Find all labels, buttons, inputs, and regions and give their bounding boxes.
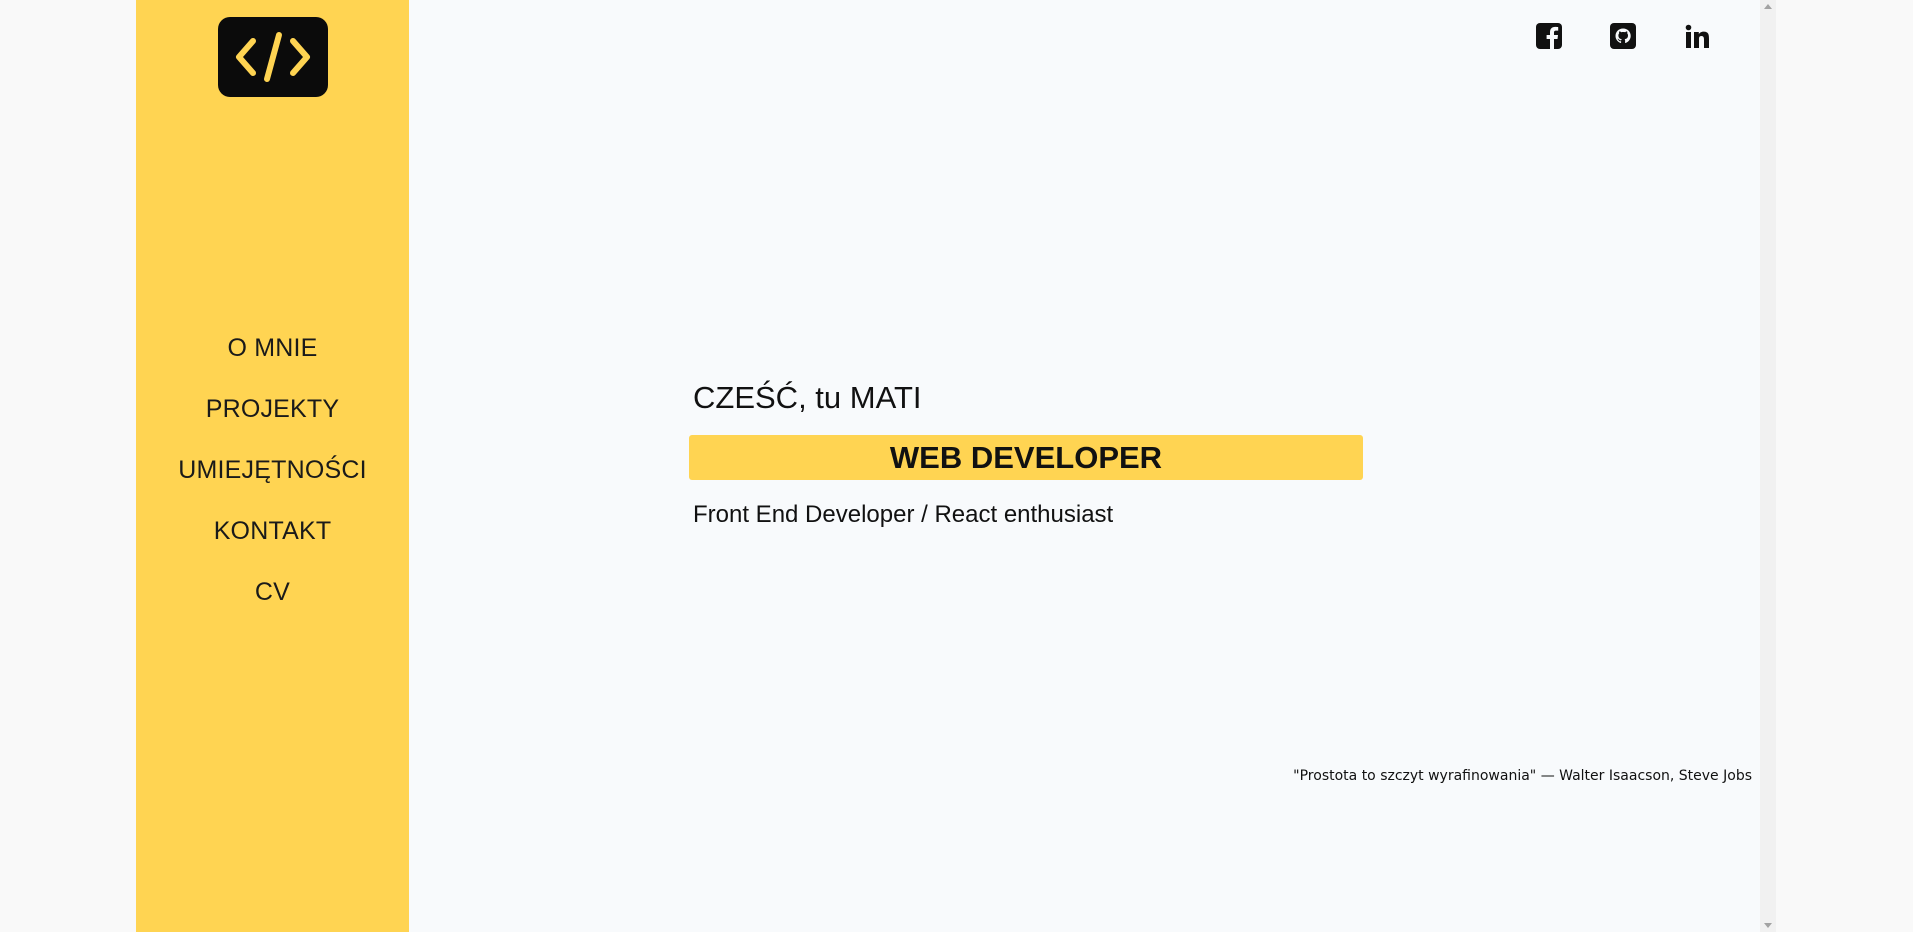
hero: CZEŚĆ, tu MATI WEB DEVELOPER Front End D… (689, 380, 1389, 529)
subtitle: Front End Developer / React enthusiast (693, 501, 1114, 528)
sidebar-item-projekty: PROJEKTY (136, 379, 409, 440)
nav-link-kontakt[interactable]: KONTAKT (214, 517, 332, 546)
sidebar-item-cv: CV (136, 562, 409, 623)
role-banner: WEB DEVELOPER (689, 435, 1363, 480)
facebook-icon (1536, 23, 1562, 49)
github-icon (1610, 23, 1636, 49)
github-link[interactable] (1609, 22, 1637, 50)
social-links (1535, 22, 1711, 50)
linkedin-icon (1685, 24, 1709, 48)
scroll-down-arrow-icon[interactable] (1764, 923, 1772, 928)
logo[interactable] (218, 17, 328, 97)
sidebar-nav: O MNIE PROJEKTY UMIEJĘTNOŚCI KONTAKT CV (136, 318, 409, 623)
nav-link-cv[interactable]: CV (255, 578, 290, 607)
nav-link-umiejetnosci[interactable]: UMIEJĘTNOŚCI (178, 456, 367, 485)
sidebar: O MNIE PROJEKTY UMIEJĘTNOŚCI KONTAKT CV (136, 0, 409, 932)
code-brackets-icon (236, 32, 310, 82)
sidebar-item-umiejetnosci: UMIEJĘTNOŚCI (136, 440, 409, 501)
linkedin-link[interactable] (1683, 22, 1711, 50)
nav-link-projekty[interactable]: PROJEKTY (206, 395, 340, 424)
greeting-heading: CZEŚĆ, tu MATI (693, 380, 922, 415)
sidebar-item-kontakt: KONTAKT (136, 501, 409, 562)
sidebar-item-o-mnie: O MNIE (136, 318, 409, 379)
scrollbar[interactable] (1760, 0, 1776, 932)
facebook-link[interactable] (1535, 22, 1563, 50)
quote: "Prostota to szczyt wyrafinowania" — Wal… (1293, 768, 1752, 784)
page: O MNIE PROJEKTY UMIEJĘTNOŚCI KONTAKT CV (136, 0, 1760, 932)
nav-link-o-mnie[interactable]: O MNIE (227, 334, 317, 363)
scroll-up-arrow-icon[interactable] (1764, 4, 1772, 9)
